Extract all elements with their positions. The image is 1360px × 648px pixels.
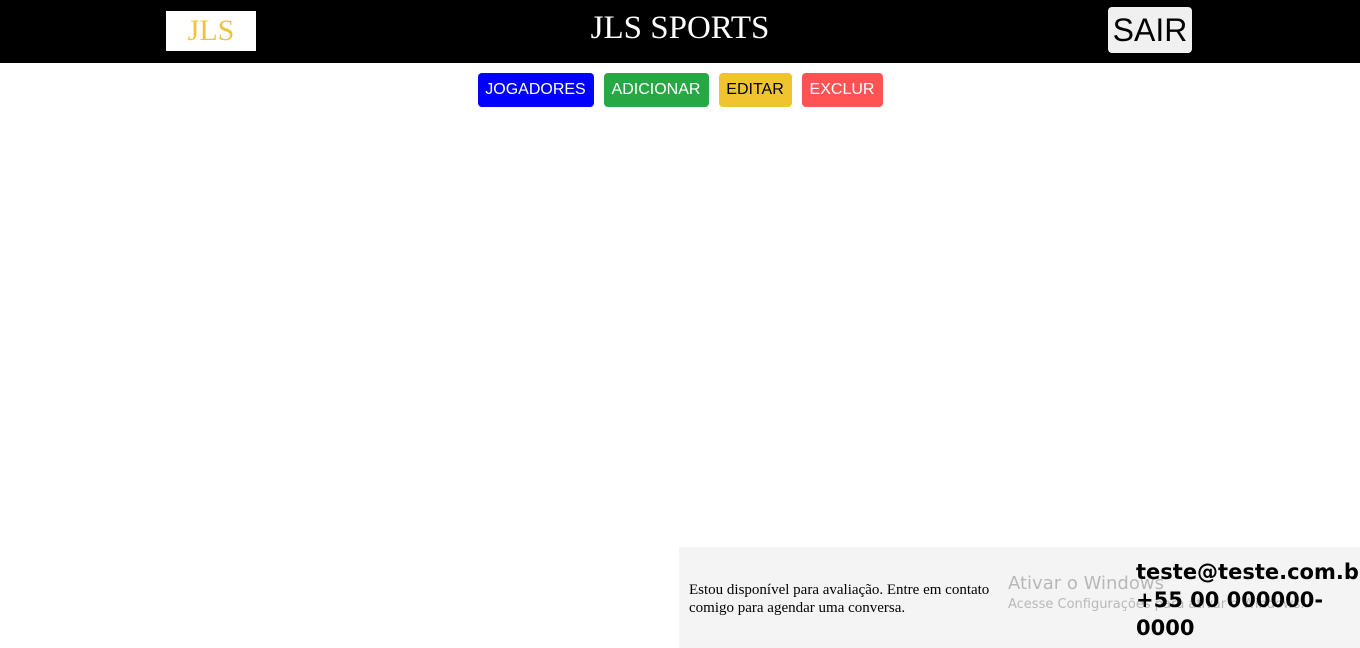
contact-info: teste@teste.com.br +55 00 000000-0000 [1136,558,1360,642]
top-header: JLS JLS SPORTS SAIR [0,0,1360,63]
contact-email[interactable]: teste@teste.com.br [1136,558,1360,586]
availability-message: Estou disponível para avaliação. Entre e… [689,582,990,616]
contact-phone[interactable]: +55 00 000000-0000 [1136,586,1360,642]
delete-button[interactable]: EXCLUR [801,73,883,107]
edit-button[interactable]: EDITAR [718,73,792,107]
footer: Estou disponível para avaliação. Entre e… [679,547,1360,648]
action-nav: JOGADORES ADICIONAR EDITAR EXCLUR [0,73,1360,107]
add-button[interactable]: ADICIONAR [603,73,709,107]
players-button[interactable]: JOGADORES [477,73,594,107]
logout-button[interactable]: SAIR [1108,7,1192,53]
